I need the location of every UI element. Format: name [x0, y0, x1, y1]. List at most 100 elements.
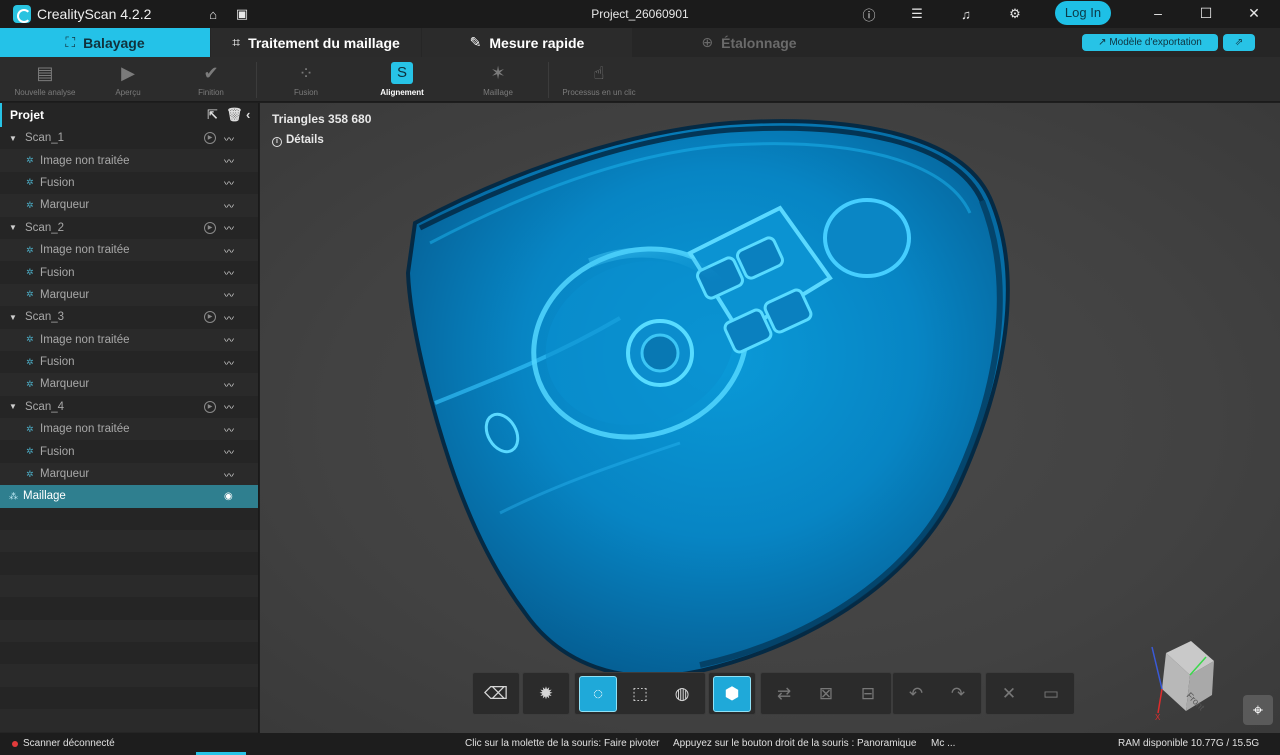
- support-headset-icon[interactable]: ♫: [958, 6, 974, 22]
- deselect-tool[interactable]: ⊠: [807, 676, 845, 712]
- lasso-select-tool[interactable]: ◌: [579, 675, 617, 712]
- scan-child-row[interactable]: ✲ Image non traitée 〰: [0, 418, 258, 441]
- home-icon[interactable]: ⌂: [205, 6, 221, 22]
- scan-child-row[interactable]: ✲ Marqueur 〰: [0, 462, 258, 486]
- gear-icon[interactable]: ⚙: [1007, 6, 1023, 22]
- expand-arrow-icon[interactable]: ▼: [9, 223, 17, 232]
- rect-select-tool[interactable]: ⬚: [621, 676, 659, 712]
- alignment-icon: S: [391, 62, 413, 84]
- view-through-icon: ⬢: [724, 683, 740, 703]
- maximize-icon[interactable]: ☐: [1196, 4, 1216, 22]
- eye-hidden-icon[interactable]: 〰: [224, 287, 234, 302]
- mesh-row[interactable]: ⁂ Maillage ◉: [0, 485, 258, 508]
- navigation-cube[interactable]: Front X: [1146, 633, 1226, 723]
- eye-hidden-icon[interactable]: 〰: [224, 377, 234, 392]
- finish-button[interactable]: ✔ Finition: [166, 57, 256, 102]
- play-icon[interactable]: ▶: [204, 311, 216, 324]
- invert-selection-icon: ⇄: [776, 683, 792, 703]
- project-header: Projet ⇱ 🗑 ‹: [0, 103, 258, 127]
- undo-icon: ↶: [908, 683, 924, 703]
- light-tool[interactable]: ✹: [527, 676, 565, 712]
- document-icon[interactable]: ☰: [909, 6, 925, 22]
- invert-selection-tool[interactable]: ⇄: [765, 676, 803, 712]
- brush-select-tool[interactable]: ◍: [663, 676, 701, 712]
- alignment-button[interactable]: S Alignement: [357, 57, 447, 102]
- minimize-icon[interactable]: –: [1148, 4, 1168, 22]
- expand-arrow-icon[interactable]: ▼: [9, 134, 17, 143]
- eye-hidden-icon[interactable]: 〰: [224, 175, 234, 190]
- login-button[interactable]: Log In: [1055, 1, 1111, 25]
- scan-child-label: Fusion: [40, 356, 75, 369]
- scan-row[interactable]: ▼ Scan_1 ▶ 〰: [0, 127, 258, 149]
- export-list-icon[interactable]: ⇱: [207, 107, 218, 123]
- preview-button[interactable]: ▶ Aperçu: [83, 57, 173, 102]
- export-label: Modèle d'exportation: [1109, 37, 1202, 48]
- 3d-viewport[interactable]: Triangles 358 680 i Détails ⌫ ✹ ◌ ⬚ ◍ ⬢ ⇄…: [260, 103, 1280, 733]
- view-through-tool[interactable]: ⬢: [713, 675, 751, 712]
- fusion-button[interactable]: ⁘ Fusion: [261, 57, 351, 102]
- share-button[interactable]: ⇗: [1223, 34, 1255, 51]
- scan-child-row[interactable]: ✲ Marqueur 〰: [0, 283, 258, 307]
- tab-label: Balayage: [83, 34, 145, 51]
- eye-visible-icon[interactable]: ◉: [224, 491, 233, 502]
- eye-hidden-icon[interactable]: 〰: [224, 355, 234, 370]
- folder-icon[interactable]: ▣: [234, 6, 250, 22]
- delete-selection-tool[interactable]: ⊟: [849, 676, 887, 712]
- scanned-mesh-model[interactable]: [260, 103, 1280, 733]
- scan-child-row[interactable]: ✲ Fusion 〰: [0, 261, 258, 283]
- eye-hidden-icon[interactable]: 〰: [224, 444, 234, 459]
- eye-hidden-icon[interactable]: 〰: [224, 198, 234, 213]
- scan-row[interactable]: ▼ Scan_3 ▶ 〰: [0, 306, 258, 328]
- eye-hidden-icon[interactable]: 〰: [224, 220, 234, 235]
- eye-hidden-icon[interactable]: 〰: [224, 131, 234, 146]
- expand-arrow-icon[interactable]: ▼: [9, 313, 17, 322]
- play-icon[interactable]: ▶: [204, 221, 216, 234]
- cancel-icon: ✕: [1001, 683, 1017, 703]
- eye-hidden-icon[interactable]: 〰: [224, 243, 234, 258]
- scan-child-row[interactable]: ✲ Image non traitée 〰: [0, 238, 258, 262]
- eye-hidden-icon[interactable]: 〰: [224, 153, 234, 168]
- play-icon[interactable]: ▶: [204, 132, 216, 145]
- item-type-icon: ✲: [26, 423, 34, 434]
- export-model-button[interactable]: ↗ Modèle d'exportation: [1082, 34, 1218, 51]
- scan-child-row[interactable]: ✲ Marqueur 〰: [0, 194, 258, 217]
- eye-hidden-icon[interactable]: 〰: [224, 265, 234, 280]
- scan-child-row[interactable]: ✲ Image non traitée 〰: [0, 328, 258, 351]
- save-tool[interactable]: ▭: [1032, 676, 1070, 712]
- eye-hidden-icon[interactable]: 〰: [224, 399, 234, 414]
- help-icon[interactable]: ⓘ: [861, 6, 877, 23]
- eye-hidden-icon[interactable]: 〰: [224, 310, 234, 325]
- scan-child-row[interactable]: ✲ Fusion 〰: [0, 440, 258, 462]
- undo-tool[interactable]: ↶: [897, 676, 935, 712]
- one-click-process-button[interactable]: ☝ Processus en un clic: [554, 57, 644, 102]
- scan-row[interactable]: ▼ Scan_4 ▶ 〰: [0, 396, 258, 418]
- collapse-chevron-icon[interactable]: ‹: [246, 107, 250, 122]
- lasso-select-icon: ◌: [592, 683, 604, 703]
- recenter-button[interactable]: ⌖: [1243, 695, 1273, 725]
- cancel-tool[interactable]: ✕: [990, 676, 1028, 712]
- close-icon[interactable]: ✕: [1244, 4, 1264, 22]
- new-scan-button[interactable]: ▤ Nouvelle analyse: [0, 57, 90, 102]
- mesh-button[interactable]: ✶ Maillage: [453, 57, 543, 102]
- details-toggle[interactable]: i Détails: [272, 134, 324, 147]
- scan-child-row[interactable]: ✲ Fusion 〰: [0, 172, 258, 194]
- eye-hidden-icon[interactable]: 〰: [224, 332, 234, 347]
- trash-icon[interactable]: 🗑: [226, 107, 243, 123]
- expand-arrow-icon[interactable]: ▼: [9, 402, 17, 411]
- triangle-count: Triangles 358 680: [272, 112, 372, 126]
- scan-child-row[interactable]: ✲ Fusion 〰: [0, 351, 258, 373]
- scan-row[interactable]: ▼ Scan_2 ▶ 〰: [0, 217, 258, 239]
- ribbon-label: Processus en un clic: [562, 88, 636, 97]
- eye-hidden-icon[interactable]: 〰: [224, 467, 234, 482]
- play-icon[interactable]: ▶: [204, 400, 216, 413]
- tab-balayage[interactable]: ⛶ Balayage: [0, 28, 210, 57]
- mesh-label: Maillage: [23, 490, 66, 503]
- scan-child-row[interactable]: ✲ Marqueur 〰: [0, 373, 258, 396]
- ribbon-separator: [256, 62, 257, 98]
- eye-hidden-icon[interactable]: 〰: [224, 422, 234, 437]
- eraser-tool[interactable]: ⌫: [477, 676, 515, 712]
- tab-mesure-rapide[interactable]: ✎ Mesure rapide: [422, 28, 632, 57]
- redo-tool[interactable]: ↷: [939, 676, 977, 712]
- scan-child-row[interactable]: ✲ Image non traitée 〰: [0, 149, 258, 172]
- tab-traitement[interactable]: ⌗ Traitement du maillage: [211, 28, 421, 57]
